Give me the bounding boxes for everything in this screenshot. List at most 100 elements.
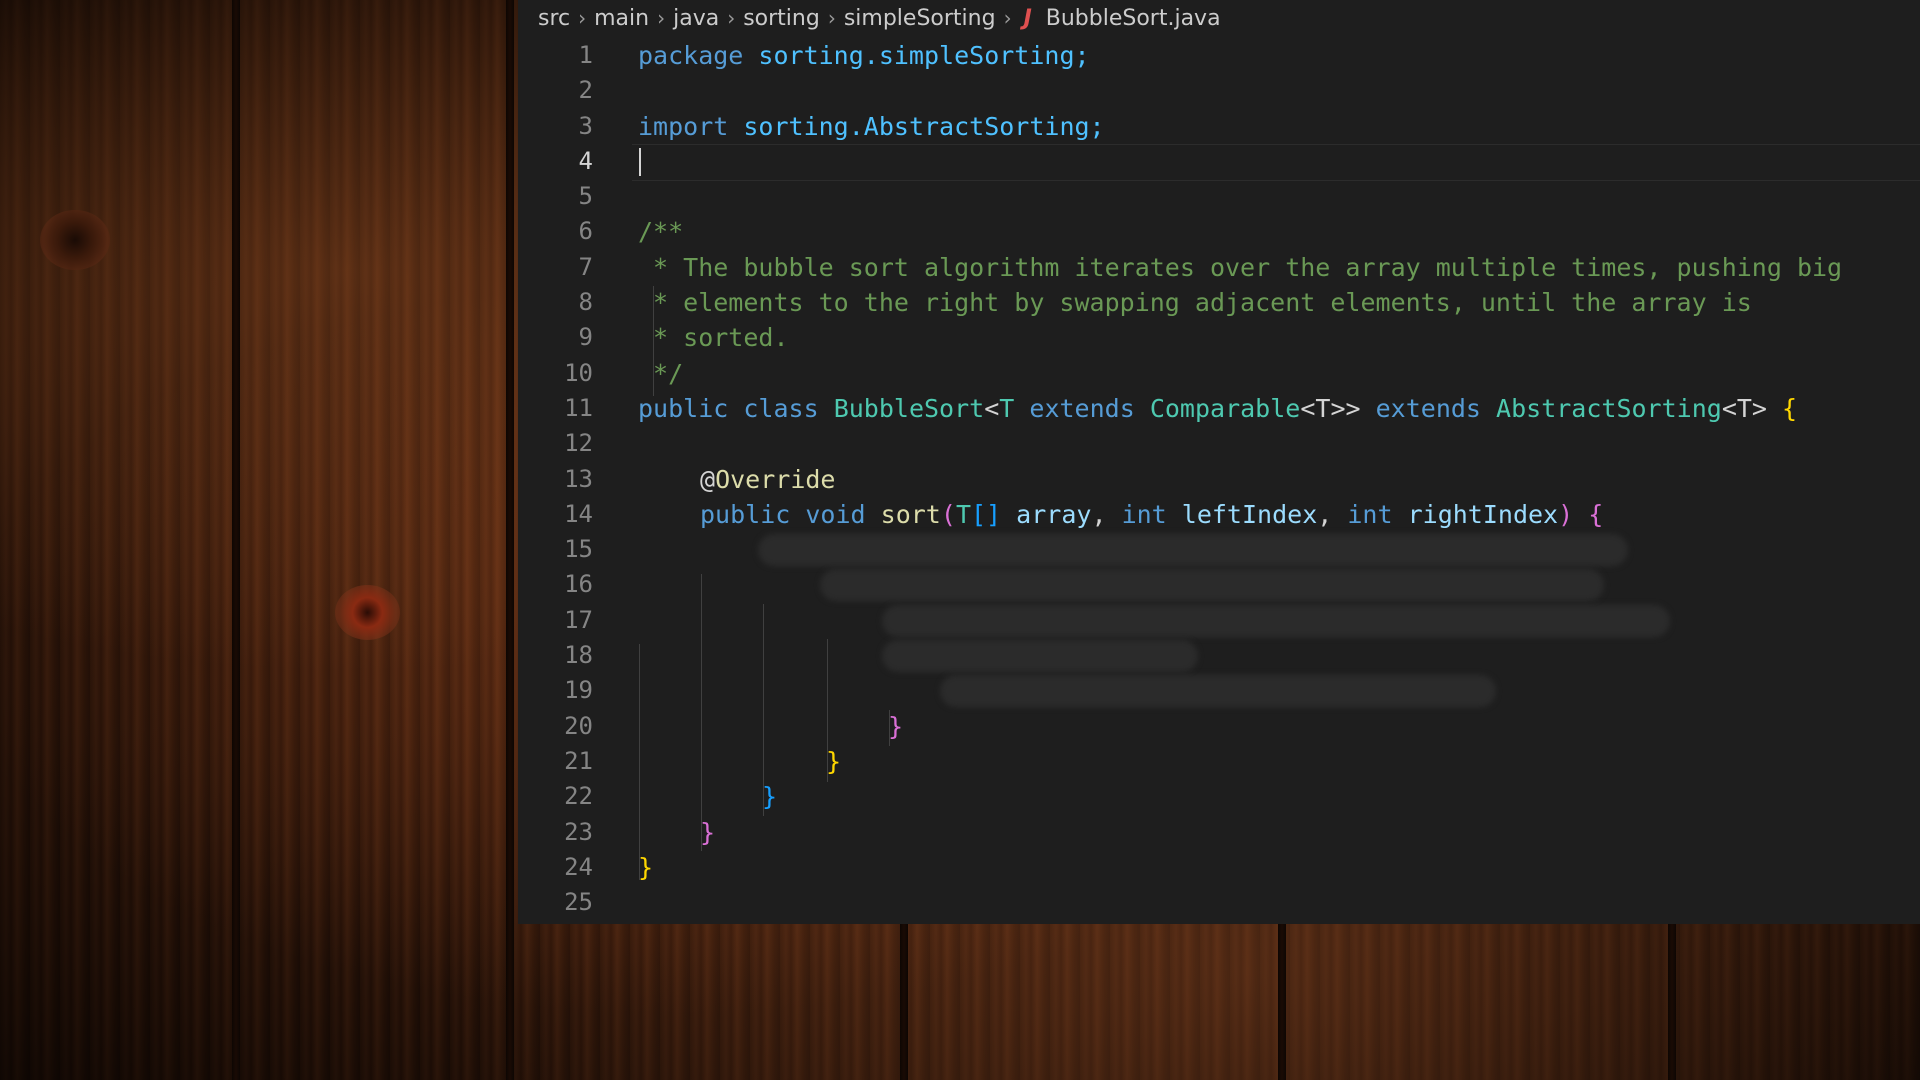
plank-gap xyxy=(232,0,240,1080)
line-content: public class BubbleSort<T extends Compar… xyxy=(638,391,1797,426)
keyword: extends xyxy=(1029,393,1135,423)
punctuation: < xyxy=(984,393,1000,423)
redacted-code xyxy=(820,569,1604,602)
code-line: 19 xyxy=(518,673,1920,708)
package-name: sorting.simpleSorting; xyxy=(758,41,1090,70)
keyword: public xyxy=(700,499,791,529)
code-line: 15 xyxy=(518,532,1920,567)
line-number: 16 xyxy=(564,570,593,599)
code-line: 23 } xyxy=(518,815,1920,850)
line-number: 10 xyxy=(564,358,593,387)
line-number: 12 xyxy=(564,429,593,458)
type-param: T xyxy=(955,499,971,529)
comment: * elements to the right by swapping adja… xyxy=(638,288,1752,318)
plank-gap xyxy=(900,924,908,1080)
chevron-right-icon: › xyxy=(827,6,836,30)
line-content: @Override xyxy=(700,462,835,497)
type-param: T xyxy=(999,393,1015,423)
keyword: extends xyxy=(1375,393,1481,423)
line-number: 4 xyxy=(578,146,593,175)
java-icon: J xyxy=(1023,5,1032,31)
line-number: 11 xyxy=(564,393,593,422)
line-content: package sorting.simpleSorting; xyxy=(638,38,1090,73)
line-number: 1 xyxy=(578,41,593,69)
breadcrumb-item-sorting[interactable]: sorting xyxy=(743,6,820,31)
plank-gap xyxy=(1278,924,1286,1080)
line-number: 5 xyxy=(578,182,593,211)
punctuation: <T> xyxy=(1721,393,1767,423)
method-name: sort xyxy=(880,499,941,529)
punctuation: , xyxy=(1091,499,1107,529)
type-name: Comparable xyxy=(1149,393,1301,423)
code-line: 6 /** xyxy=(518,214,1920,249)
code-line: 21 } xyxy=(518,744,1920,779)
bracket: } xyxy=(638,852,654,882)
code-line: 18 xyxy=(518,638,1920,673)
code-line: 22 } xyxy=(518,779,1920,814)
redacted-code xyxy=(940,675,1496,708)
redacted-code xyxy=(882,640,1198,673)
line-number: 6 xyxy=(578,217,593,246)
code-line: 8 * elements to the right by swapping ad… xyxy=(518,285,1920,320)
keyword: package xyxy=(638,41,744,70)
comment: /** xyxy=(638,217,684,247)
wood-knot xyxy=(335,585,400,640)
line-number: 7 xyxy=(578,252,593,281)
annotation-at: @ xyxy=(700,464,716,494)
code-lines[interactable]: 1 package sorting.simpleSorting; 2 3 imp… xyxy=(518,38,1920,920)
code-line: 2 xyxy=(518,73,1920,108)
bracket: } xyxy=(826,746,842,776)
code-line: 13 @Override xyxy=(518,462,1920,497)
line-number: 24 xyxy=(564,852,593,881)
code-editor: src › main › java › sorting › simpleSort… xyxy=(518,0,1920,924)
chevron-right-icon: › xyxy=(1003,6,1012,30)
chevron-right-icon: › xyxy=(727,6,736,30)
comment: * sorted. xyxy=(638,323,789,353)
code-line: 10 */ xyxy=(518,356,1920,391)
redacted-code xyxy=(882,604,1670,637)
code-line: 12 xyxy=(518,426,1920,461)
breadcrumb-item-file[interactable]: BubbleSort.java xyxy=(1046,6,1221,31)
bracket: { xyxy=(1588,499,1604,529)
comment: * The bubble sort algorithm iterates ove… xyxy=(638,252,1843,282)
breadcrumb: src › main › java › sorting › simpleSort… xyxy=(538,4,1221,32)
type-name: AbstractSorting xyxy=(1496,393,1722,423)
breadcrumb-item-simplesorting[interactable]: simpleSorting xyxy=(844,6,996,31)
line-number: 9 xyxy=(578,323,593,352)
breadcrumb-item-java[interactable]: java xyxy=(673,6,719,31)
plank-gap xyxy=(506,0,514,1080)
line-number: 22 xyxy=(564,782,593,811)
bracket: ) xyxy=(1558,499,1574,529)
bracket: ( xyxy=(940,499,956,529)
annotation: Override xyxy=(715,464,836,494)
redacted-code xyxy=(758,534,1628,567)
line-number: 17 xyxy=(564,605,593,634)
keyword: void xyxy=(805,499,866,529)
line-number: 8 xyxy=(578,288,593,317)
line-number: 13 xyxy=(564,464,593,493)
code-line: 3 import sorting.AbstractSorting; xyxy=(518,109,1920,144)
parameter: leftIndex xyxy=(1181,499,1318,529)
bracket: [] xyxy=(971,499,1002,529)
code-line: 11 public class BubbleSort<T extends Com… xyxy=(518,391,1920,426)
code-line: 5 xyxy=(518,179,1920,214)
line-number: 15 xyxy=(564,535,593,564)
chevron-right-icon: › xyxy=(657,6,666,30)
line-number: 3 xyxy=(578,111,593,140)
parameter: array xyxy=(1016,499,1092,529)
line-number: 21 xyxy=(564,746,593,775)
keyword: int xyxy=(1347,499,1393,529)
plank-gap xyxy=(1668,924,1676,1080)
code-line: 16 xyxy=(518,567,1920,602)
wood-knot xyxy=(40,210,110,270)
line-number: 25 xyxy=(564,888,593,917)
bracket: } xyxy=(762,782,778,812)
breadcrumb-item-src[interactable]: src xyxy=(538,6,570,31)
line-number: 18 xyxy=(564,641,593,670)
breadcrumb-item-main[interactable]: main xyxy=(594,6,649,31)
punctuation: , xyxy=(1317,499,1333,529)
code-line: 24 } xyxy=(518,850,1920,885)
line-number: 19 xyxy=(564,676,593,705)
current-line-highlight xyxy=(632,143,1920,181)
line-number: 23 xyxy=(564,817,593,846)
